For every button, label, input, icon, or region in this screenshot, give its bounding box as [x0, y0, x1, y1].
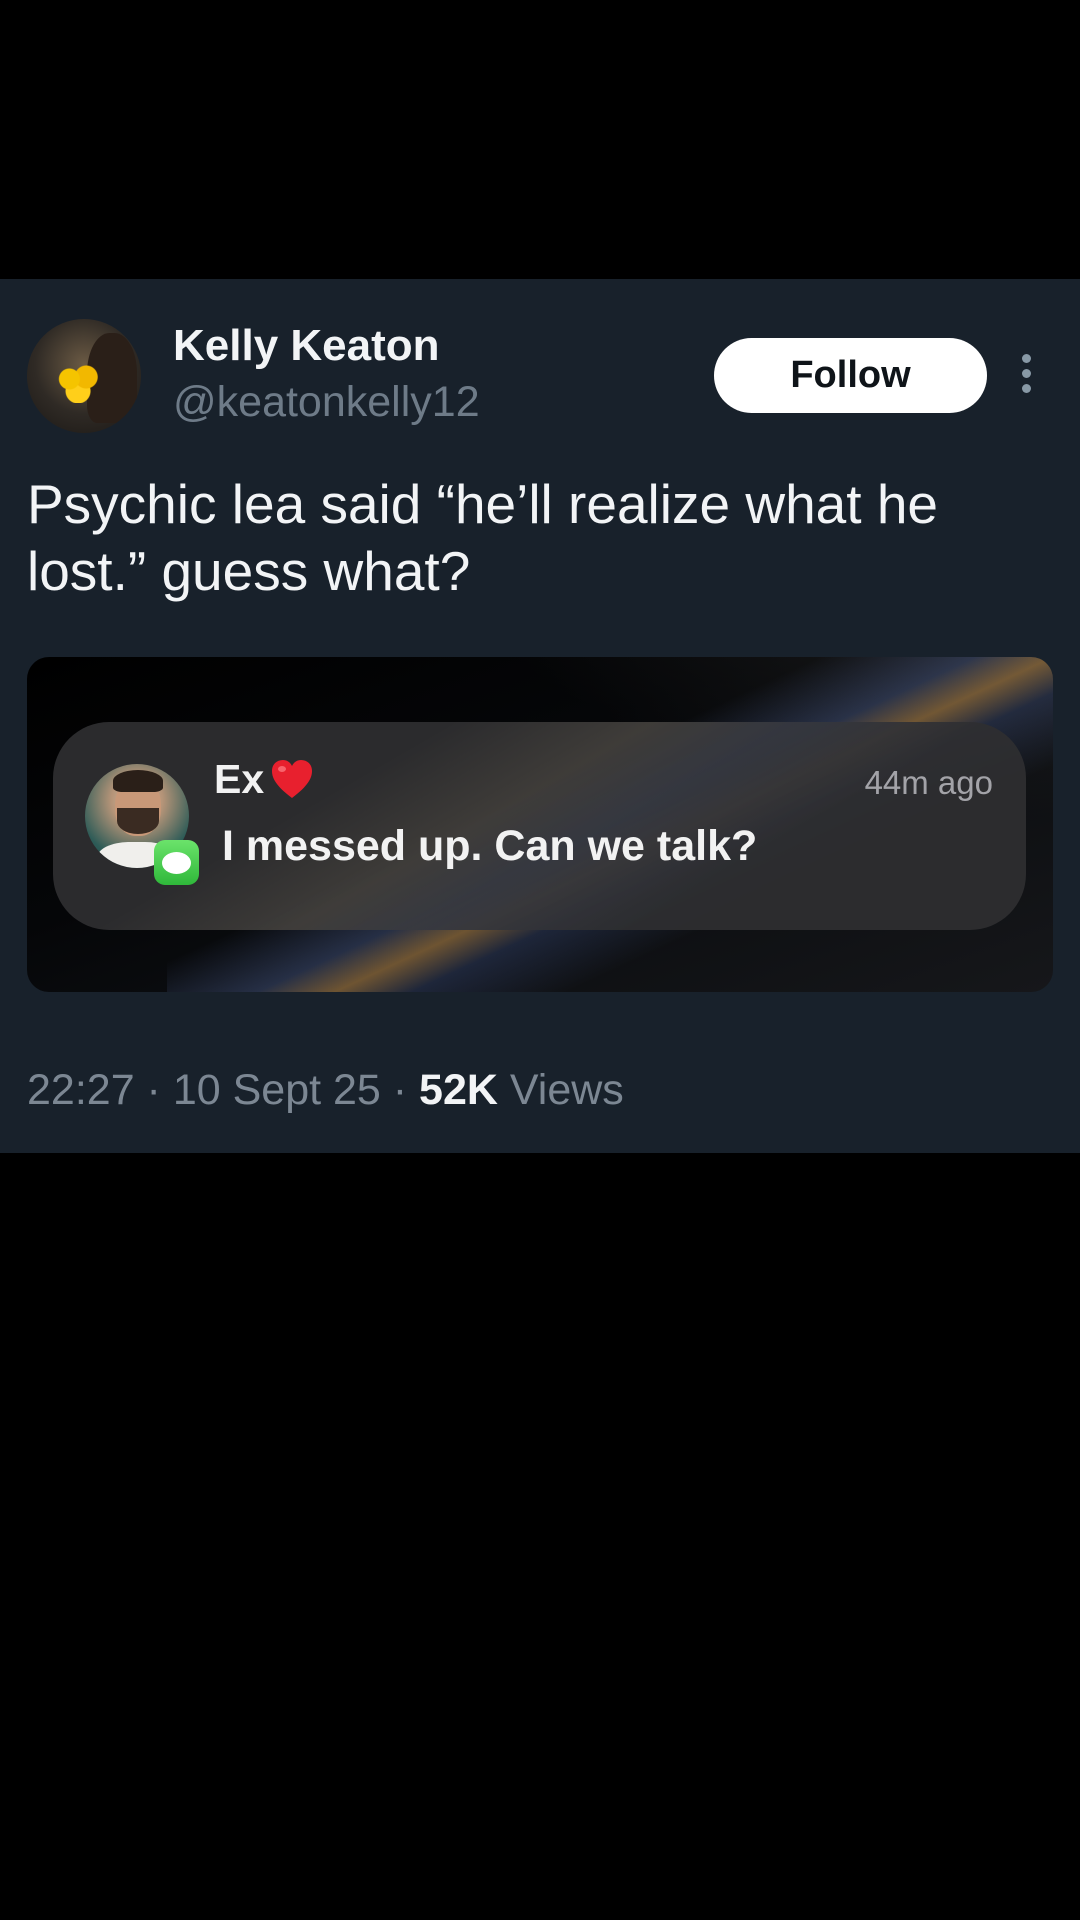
views-label: Views [497, 1066, 624, 1114]
author-avatar[interactable] [27, 319, 141, 433]
tweet-card: Kelly Keaton @keatonkelly12 Follow Psych… [0, 279, 1080, 1153]
tweet-media[interactable]: Ex 44m ago I messed up. Can we talk? [27, 657, 1053, 992]
notification-banner: Ex 44m ago I messed up. Can we talk? [53, 722, 1026, 930]
red-heart-icon [272, 760, 312, 798]
more-options-icon[interactable] [1014, 354, 1038, 398]
author-handle[interactable]: @keatonkelly12 [173, 378, 480, 427]
tweet-text: Psychic lea said “he’ll realize what he … [27, 473, 938, 602]
notification-time: 44m ago [864, 764, 993, 801]
notification-message: I messed up. Can we talk? [222, 822, 758, 870]
views-count[interactable]: 52K [419, 1066, 498, 1114]
author-name[interactable]: Kelly Keaton [173, 321, 440, 371]
avatar-flowers [55, 363, 103, 403]
notification-sender: Ex [214, 756, 265, 802]
messages-icon [154, 840, 199, 885]
follow-button[interactable]: Follow [714, 338, 987, 413]
tweet-meta: 22:27 · 10 Sept 25 · 52K Views [27, 1066, 624, 1115]
timestamp: 22:27 · 10 Sept 25 · [27, 1066, 420, 1114]
